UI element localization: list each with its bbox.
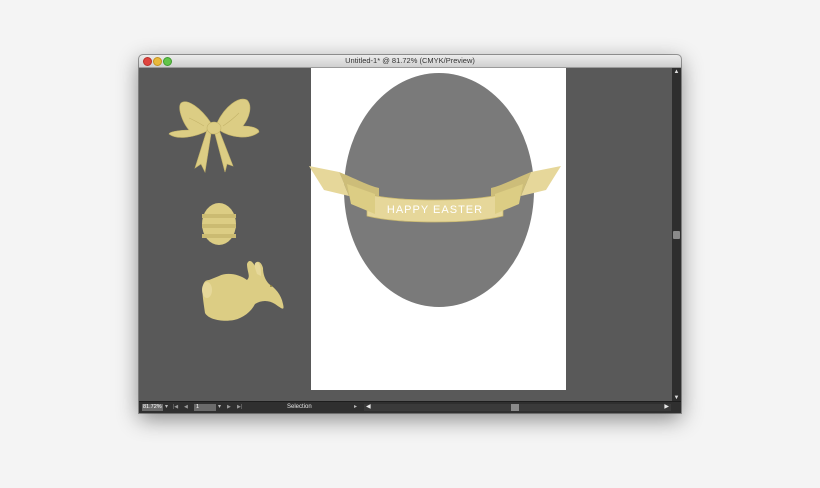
status-bar: 81.72% ▾ |◀ ◀ 1 ▾ ▶ ▶| Selection ▸ ◀ ▶: [139, 401, 681, 413]
ribbon-text[interactable]: HAPPY EASTER: [387, 204, 483, 216]
horizontal-scroll-thumb[interactable]: [511, 404, 519, 411]
page-dropdown-icon[interactable]: ▾: [218, 403, 221, 412]
page-number-field[interactable]: 1: [194, 404, 216, 411]
scroll-up-arrow[interactable]: ▲: [672, 68, 681, 76]
next-page-button[interactable]: ▶: [227, 403, 231, 412]
current-tool-label[interactable]: Selection: [287, 403, 312, 412]
status-menu-arrow-icon[interactable]: ▸: [354, 403, 357, 412]
scroll-right-arrow[interactable]: ▶: [664, 404, 669, 411]
horizontal-scrollbar[interactable]: ◀ ▶: [364, 404, 671, 411]
zoom-dropdown-icon[interactable]: ▾: [165, 403, 168, 412]
prev-page-button[interactable]: ◀: [184, 403, 188, 412]
title-bar[interactable]: Untitled-1* @ 81.72% (CMYK/Preview): [139, 55, 681, 68]
window-title: Untitled-1* @ 81.72% (CMYK/Preview): [345, 56, 475, 65]
zoom-level-field[interactable]: 81.72%: [142, 404, 163, 411]
document-canvas[interactable]: HAPPY EASTER: [139, 68, 672, 402]
vertical-scrollbar[interactable]: ▲ ▼: [672, 68, 681, 402]
last-page-button[interactable]: ▶|: [237, 403, 242, 412]
vertical-scroll-thumb[interactable]: [673, 231, 680, 239]
artboard-art: HAPPY EASTER: [309, 73, 561, 307]
illustrator-window: Untitled-1* @ 81.72% (CMYK/Preview) HAPP…: [139, 55, 681, 413]
scroll-left-arrow[interactable]: ◀: [366, 404, 371, 411]
first-page-button[interactable]: |◀: [173, 403, 178, 412]
